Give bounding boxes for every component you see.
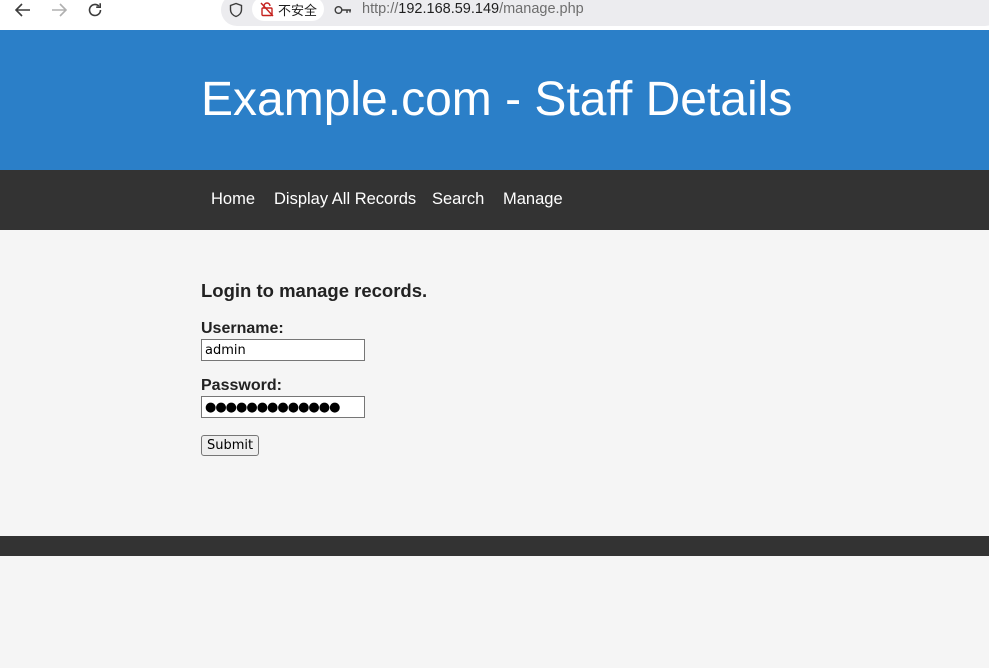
url-host: 192.168.59.149 <box>398 1 500 17</box>
reload-button[interactable] <box>82 0 108 20</box>
shield-icon[interactable] <box>228 2 244 18</box>
site-header: Example.com - Staff Details <box>0 30 989 170</box>
username-label: Username: <box>201 320 284 337</box>
site-title: Example.com - Staff Details <box>201 73 793 126</box>
password-input[interactable] <box>201 396 365 418</box>
browser-toolbar: 不安全 http://192.168.59.149/manage.php <box>0 0 989 31</box>
nav-link-manage[interactable]: Manage <box>503 190 563 209</box>
url-path: /manage.php <box>499 1 584 17</box>
login-heading: Login to manage records. <box>201 280 428 301</box>
security-label: 不安全 <box>278 3 318 19</box>
key-icon[interactable] <box>334 4 352 16</box>
arrow-left-icon <box>15 3 30 17</box>
security-indicator[interactable]: 不安全 <box>252 0 325 21</box>
back-button[interactable] <box>10 0 36 20</box>
password-label: Password: <box>201 377 282 394</box>
submit-button[interactable]: Submit <box>201 435 260 456</box>
reload-icon <box>88 3 102 17</box>
forward-button[interactable] <box>46 0 72 20</box>
nav-link-search[interactable]: Search <box>432 190 484 209</box>
site-footer <box>0 536 989 556</box>
url-text[interactable]: http://192.168.59.149/manage.php <box>362 1 584 17</box>
nav-link-home[interactable]: Home <box>211 190 255 209</box>
nav-link-display-all-records[interactable]: Display All Records <box>274 190 416 209</box>
url-scheme: http:// <box>362 1 399 17</box>
not-secure-lock-icon <box>260 2 274 17</box>
main-nav: Home Display All Records Search Manage <box>0 170 989 230</box>
arrow-right-icon <box>52 3 67 17</box>
username-input[interactable] <box>201 339 365 361</box>
